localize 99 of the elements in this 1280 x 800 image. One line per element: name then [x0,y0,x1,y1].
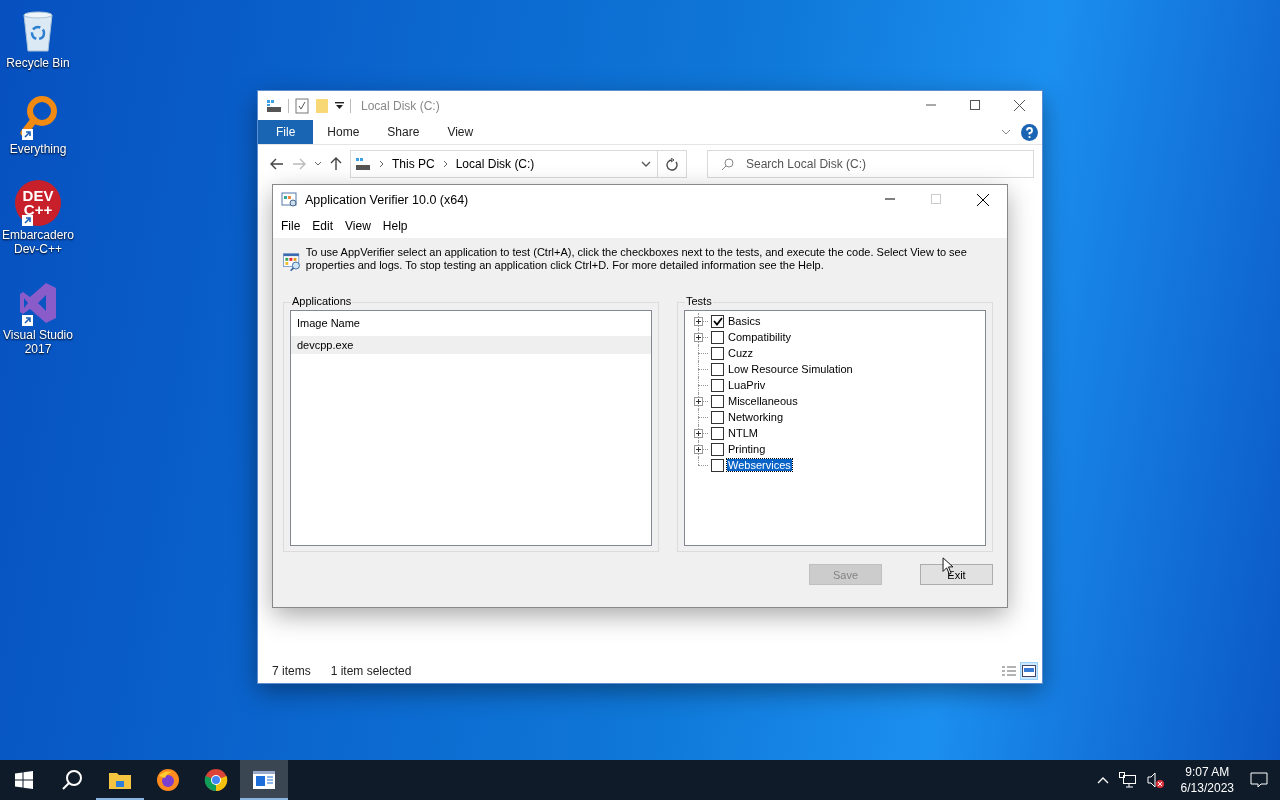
folder-icon [108,770,132,790]
help-icon[interactable] [1021,123,1038,141]
desktop-icon-label: Recycle Bin [6,56,70,70]
back-arrow-icon[interactable] [270,158,284,170]
ribbon-tab[interactable]: View [433,120,488,144]
group-label: Applications [291,295,353,307]
breadcrumb-item[interactable]: This PC [392,157,435,171]
checkbox[interactable] [711,394,724,408]
info-text: To use AppVerifier select an application to test (Ctrl+A), click the checkboxes next to the tests, and execute the code. Select View to see properties and logs. To stop testing an application click Ctrl+D. For more detailed information see the Help. [305,246,968,273]
dropdown-icon[interactable] [335,101,344,110]
test-item[interactable]: Miscellaneous [727,395,799,407]
file-menu-button[interactable]: File [258,120,314,144]
clock[interactable]: 9:07 AM 6/13/2023 [1174,764,1240,796]
infinity-logo-icon[interactable] [18,281,58,325]
notification-icon[interactable] [1250,772,1268,788]
menu-item[interactable]: View [339,219,377,233]
app-verifier-icon[interactable] [281,191,298,208]
refresh-button[interactable] [657,150,687,178]
app-window-icon [253,771,275,789]
up-arrow-icon[interactable] [330,157,342,171]
chevron-down-icon[interactable] [1001,129,1011,135]
application-row[interactable]: devcpp.exe [291,336,651,354]
checkbox[interactable] [711,410,724,424]
checkbox[interactable] [711,426,724,440]
chevron-down-icon[interactable] [314,161,322,167]
search-icon [721,158,734,171]
desktop-icon[interactable]: Everything [0,92,76,156]
tests-tree[interactable]: Basics Compatibility Cuzz Low Resource Simulation LuaPriv Miscellaneous Networking NTLM Printing Webservices [684,310,986,546]
chevron-up-icon[interactable] [1096,776,1109,784]
address-bar[interactable]: This PC Local Disk (C:) [350,150,658,178]
menu-item[interactable]: File [275,219,307,233]
large-icons-view-icon [1022,665,1036,677]
fox-globe-icon [156,768,180,792]
expand-plus-icon[interactable] [694,397,703,406]
checkbox[interactable] [711,378,724,392]
test-item[interactable]: Webservices [727,459,792,471]
breadcrumb-chevron-icon [442,160,448,168]
ribbon-tab[interactable]: Home [313,120,374,144]
maximize-icon[interactable] [970,100,980,110]
drive-icon[interactable] [266,98,282,113]
window-title: Local Disk (C:) [361,98,440,113]
checkbox[interactable] [711,346,724,360]
view-toggle-button[interactable] [1020,662,1038,680]
windows-logo-icon [15,771,33,789]
search-icon [61,769,83,791]
expand-plus-icon[interactable] [694,429,703,438]
ribbon-tab[interactable]: Share [373,120,434,144]
maximize-icon [931,193,941,204]
logo-text: DEV [22,189,54,203]
dialog-button[interactable]: Exit [920,564,993,585]
dialog-button: Save [809,564,882,585]
checkbox[interactable] [711,330,724,344]
test-item[interactable]: Compatibility [727,331,792,343]
search-field[interactable]: Search Local Disk (C:) [707,150,1034,178]
expand-plus-icon[interactable] [694,317,703,326]
taskbar-button[interactable] [240,760,288,800]
desktop-icon[interactable]: Recycle Bin [0,6,76,70]
checkbox[interactable] [711,314,724,328]
clock-date: 6/13/2023 [1180,780,1234,796]
close-icon[interactable] [977,193,989,206]
applications-list[interactable]: Image Name devcpp.exe [290,310,652,546]
checkbox[interactable] [711,458,724,472]
network-icon[interactable] [1118,772,1137,788]
breadcrumb-item[interactable]: Local Disk (C:) [455,157,535,171]
test-item[interactable]: Networking [727,411,785,423]
breadcrumb-chevron-icon [379,160,384,168]
desktop-icon-label: Visual Studio 2017 [2,328,74,356]
expand-plus-icon[interactable] [694,333,703,342]
properties-icon[interactable] [295,97,309,114]
close-icon[interactable] [1014,100,1025,111]
refresh-icon [666,157,678,171]
desktop-icon[interactable]: DEV C++ Embarcadero Dev-C++ [0,178,76,256]
status-text: 7 items [272,664,311,678]
chrome-logo-icon [204,768,228,792]
menu-item[interactable]: Help [376,219,414,233]
desktop-icon-label: Everything [9,142,67,156]
test-item[interactable]: Low Resource Simulation [727,363,854,375]
expand-plus-icon[interactable] [694,445,703,454]
checkmark-icon [712,316,723,326]
dev-cpp-logo-icon[interactable]: DEV C++ [15,180,61,226]
drive-icon [355,157,371,171]
test-item[interactable]: LuaPriv [727,379,767,391]
checkbox[interactable] [711,362,724,376]
logo-text: C++ [23,203,53,217]
list-view-icon [1002,665,1016,677]
group-label: Tests [685,295,713,307]
chevron-down-icon[interactable] [641,161,651,167]
speaker-muted-icon[interactable] [1146,772,1165,788]
test-item[interactable]: NTLM [727,427,759,439]
checkbox[interactable] [711,442,724,456]
clock-time: 9:07 AM [1185,764,1230,780]
desktop-icon[interactable]: Visual Studio 2017 [0,278,76,356]
menu-item[interactable]: Edit [306,219,340,233]
test-item[interactable]: Cuzz [727,347,755,359]
window-title: Application Verifier 10.0 (x64) [305,192,469,207]
desktop-icon-label: Embarcadero Dev-C++ [0,228,75,256]
test-item[interactable]: Basics [727,315,762,327]
status-text: 1 item selected [330,664,412,678]
test-item[interactable]: Printing [727,443,767,455]
